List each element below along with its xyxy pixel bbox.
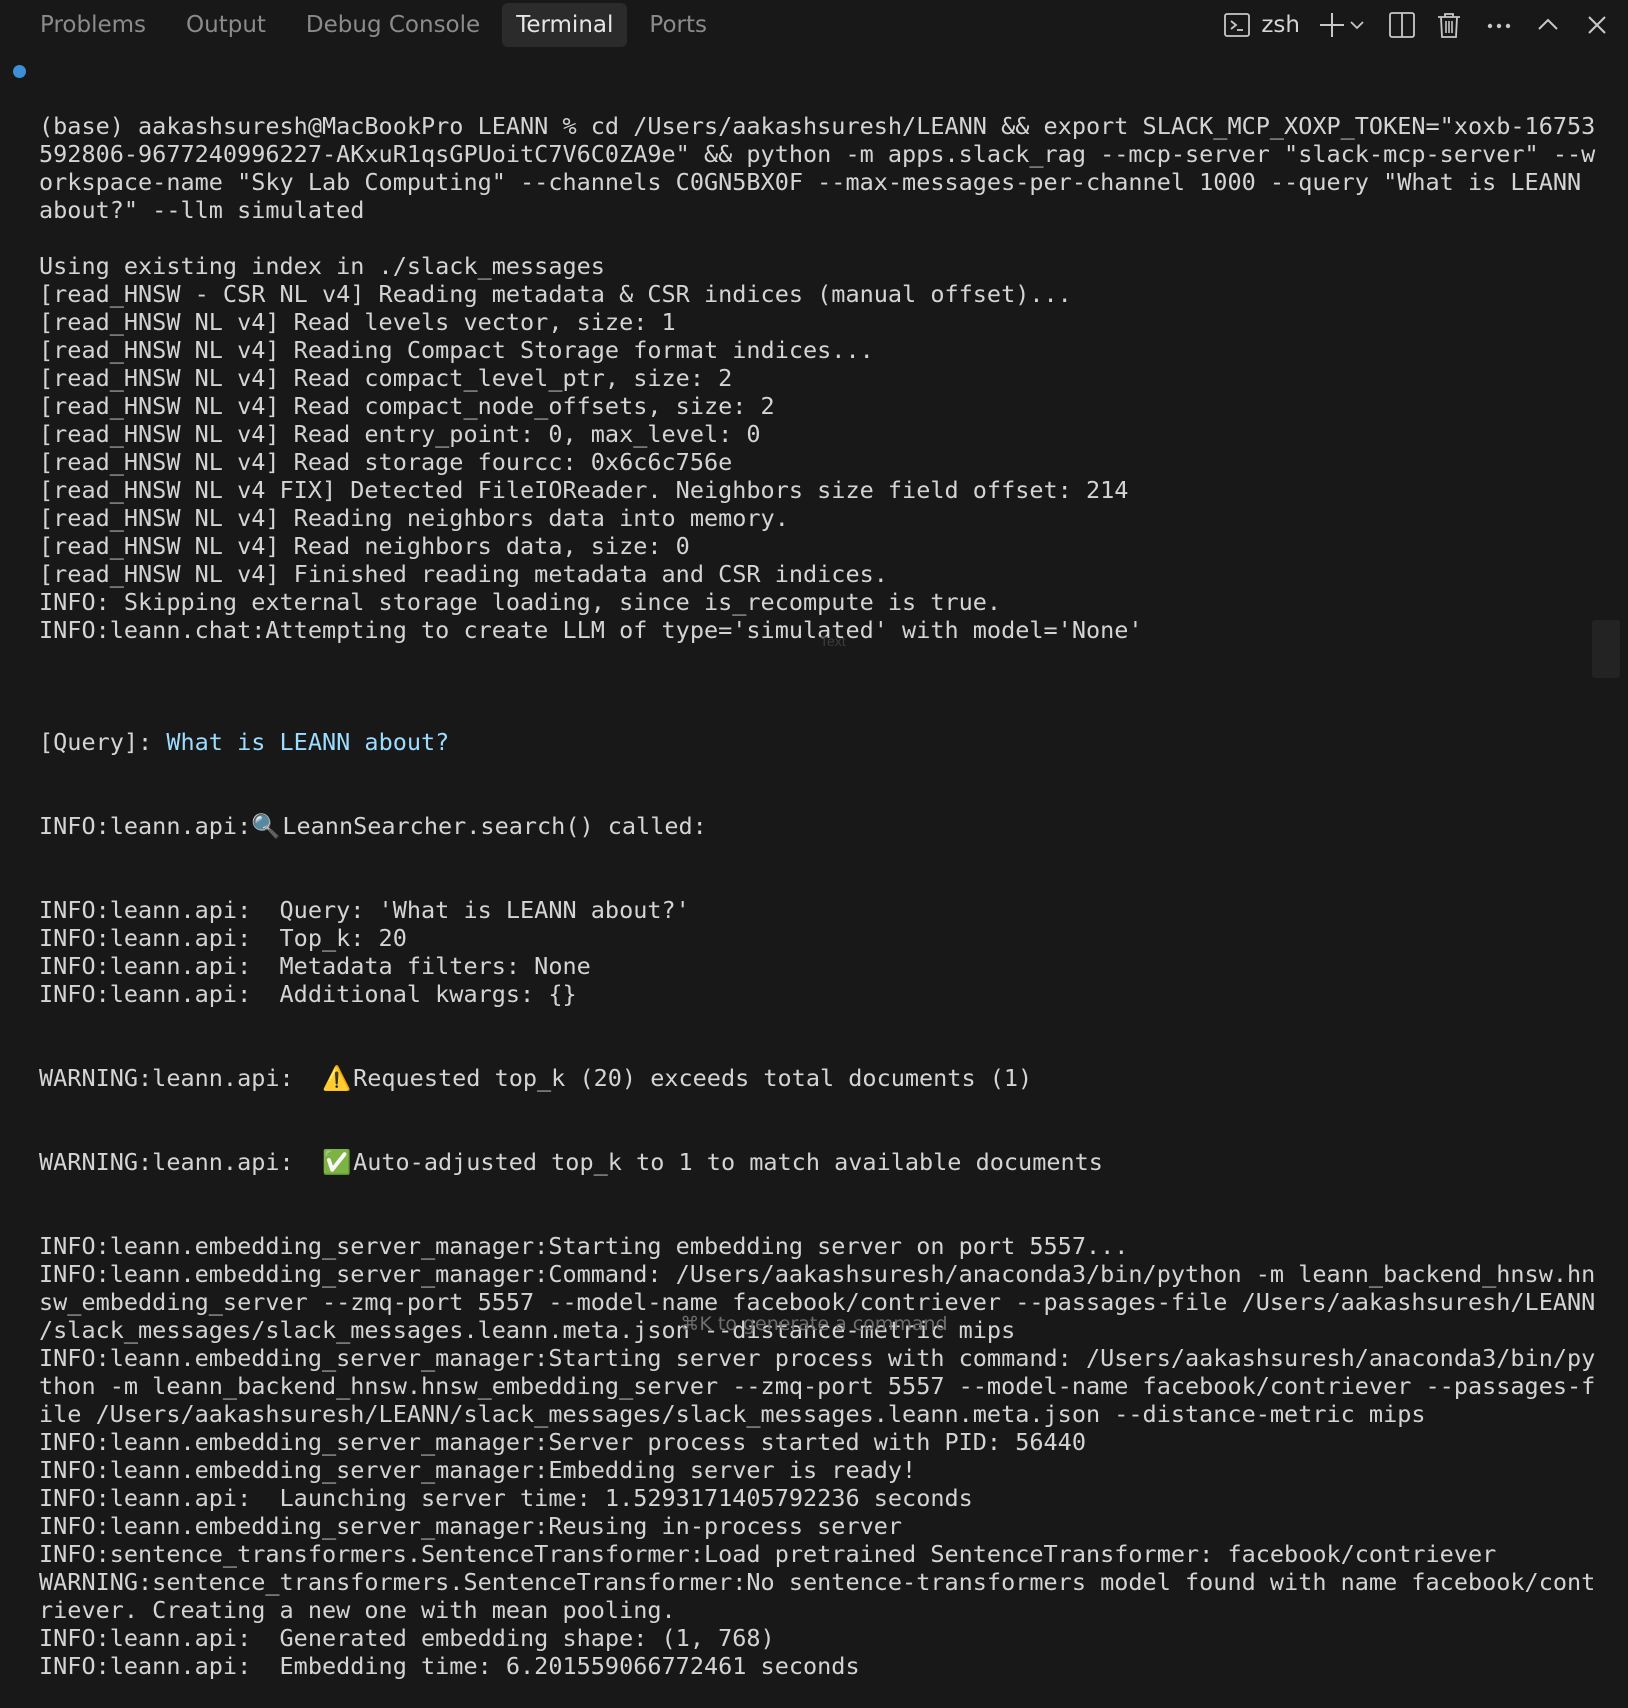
terminal-icon	[1223, 11, 1251, 39]
terminal-line: INFO:leann.embedding_server_manager:Embe…	[39, 1456, 917, 1484]
command-decoration-marker[interactable]	[13, 65, 26, 78]
terminal-line: INFO:leann.embedding_server_manager:Reus…	[39, 1512, 903, 1540]
terminal-line: INFO:leann.embedding_server_manager:Comm…	[39, 1260, 1596, 1288]
terminal-line: [read_HNSW NL v4 FIX] Detected FileIORea…	[39, 476, 1129, 504]
terminal-lines-tail: INFO:leann.embedding_server_manager:Star…	[39, 1232, 1596, 1680]
terminal-line: INFO:leann.api: Query: 'What is LEANN ab…	[39, 896, 690, 924]
tab-output[interactable]: Output	[166, 3, 286, 47]
shell-selector[interactable]: zsh	[1223, 5, 1318, 45]
panel-tab-bar: Problems Output Debug Console Terminal P…	[0, 0, 1628, 50]
terminal-line: ile /Users/aakashsuresh/LEANN/slack_mess…	[39, 1400, 1426, 1428]
terminal-line: INFO:leann.api: Additional kwargs: {}	[39, 980, 577, 1008]
terminal-line: [read_HNSW NL v4] Read levels vector, si…	[39, 308, 676, 336]
tab-terminal[interactable]: Terminal	[502, 3, 628, 47]
more-actions-button[interactable]	[1486, 5, 1512, 45]
terminal-line: (base) aakashsuresh@MacBookPro LEANN % c…	[39, 112, 1596, 140]
terminal-line: [read_HNSW NL v4] Read compact_node_offs…	[39, 392, 775, 420]
terminal-lines-mid: INFO:leann.api: Query: 'What is LEANN ab…	[39, 896, 1584, 1008]
split-icon	[1388, 11, 1416, 39]
terminal-output[interactable]: (base) aakashsuresh@MacBookPro LEANN % c…	[39, 56, 1596, 1708]
panel-tabs: Problems Output Debug Console Terminal P…	[0, 0, 727, 50]
terminal-line: INFO:leann.api: Embedding time: 6.201559…	[39, 1652, 860, 1680]
generate-command-hint[interactable]: ⌘K to generate a command	[0, 1313, 1628, 1335]
terminal-line: sw_embedding_server --zmq-port 5557 --mo…	[39, 1288, 1596, 1316]
tab-problems[interactable]: Problems	[20, 3, 166, 47]
terminal-line: [read_HNSW - CSR NL v4] Reading metadata…	[39, 280, 1072, 308]
shell-name: zsh	[1261, 12, 1300, 38]
tab-ports[interactable]: Ports	[629, 3, 727, 47]
search-called-line: INFO:leann.api:🔍 LeannSearcher.search() …	[39, 812, 707, 840]
magnifier-icon: 🔍	[251, 812, 281, 840]
terminal-line: INFO:leann.api: Metadata filters: None	[39, 952, 591, 980]
terminal-line: INFO:leann.embedding_server_manager:Star…	[39, 1344, 1596, 1372]
terminal-dropdown-button[interactable]	[1348, 5, 1366, 45]
terminal-line: orkspace-name "Sky Lab Computing" --chan…	[39, 168, 1582, 196]
check-icon: ✅	[321, 1148, 352, 1176]
terminal-line: Using existing index in ./slack_messages	[39, 252, 605, 280]
warning-icon: ⚠️	[321, 1064, 352, 1092]
split-terminal-button[interactable]	[1388, 5, 1416, 45]
terminal-line: INFO:leann.embedding_server_manager:Star…	[39, 1232, 1129, 1260]
terminal-line: WARNING:sentence_transformers.SentenceTr…	[39, 1568, 1596, 1596]
terminal-lines-head: (base) aakashsuresh@MacBookPro LEANN % c…	[39, 112, 1596, 672]
plus-icon	[1318, 11, 1346, 39]
more-icon	[1486, 11, 1512, 39]
close-panel-button[interactable]	[1586, 5, 1608, 45]
new-terminal-button[interactable]	[1318, 5, 1346, 45]
kill-terminal-button[interactable]	[1436, 5, 1462, 45]
terminal-line: [read_HNSW NL v4] Reading neighbors data…	[39, 504, 789, 532]
close-icon	[1586, 14, 1608, 36]
terminal-line: [read_HNSW NL v4] Reading Compact Storag…	[39, 336, 874, 364]
trash-icon	[1436, 11, 1462, 39]
query-text: What is LEANN about?	[166, 728, 450, 756]
query-line: [Query]: What is LEANN about?	[39, 728, 450, 756]
maximize-panel-button[interactable]	[1536, 5, 1560, 45]
tab-debug-console[interactable]: Debug Console	[286, 3, 500, 47]
chevron-down-icon	[1348, 16, 1366, 34]
terminal-line: riever. Creating a new one with mean poo…	[39, 1596, 676, 1624]
terminal-line: [read_HNSW NL v4] Read entry_point: 0, m…	[39, 420, 761, 448]
warning-line-topk: WARNING:leann.api: ⚠️ Requested top_k (2…	[39, 1064, 1033, 1092]
terminal-line: INFO:leann.api: Generated embedding shap…	[39, 1624, 775, 1652]
terminal-line: [read_HNSW NL v4] Read storage fourcc: 0…	[39, 448, 733, 476]
terminal-line: INFO:leann.chat:Attempting to create LLM…	[39, 616, 1143, 644]
warning-line-adjusted: WARNING:leann.api: ✅ Auto-adjusted top_k…	[39, 1148, 1103, 1176]
terminal-line: [read_HNSW NL v4] Finished reading metad…	[39, 560, 888, 588]
terminal-line: thon -m leann_backend_hnsw.hnsw_embeddin…	[39, 1372, 1596, 1400]
terminal-line: INFO:leann.api: Launching server time: 1…	[39, 1484, 973, 1512]
ghost-text-label: Text	[820, 633, 846, 649]
terminal-line: INFO:sentence_transformers.SentenceTrans…	[39, 1540, 1497, 1568]
terminal-line: 592806-9677240996227-AKxuR1qsGPUoitC7V6C…	[39, 140, 1596, 168]
terminal-line: [read_HNSW NL v4] Read neighbors data, s…	[39, 532, 690, 560]
terminal-line: INFO:leann.embedding_server_manager:Serv…	[39, 1428, 1086, 1456]
terminal-scrollbar-thumb[interactable]	[1592, 620, 1620, 678]
terminal-line: INFO:leann.api: Top_k: 20	[39, 924, 407, 952]
terminal-line: INFO: Skipping external storage loading,…	[39, 588, 1002, 616]
chevron-up-icon	[1536, 13, 1560, 37]
panel-actions: zsh	[1223, 0, 1614, 50]
terminal-line: about?" --llm simulated	[39, 196, 365, 224]
terminal-line: [read_HNSW NL v4] Read compact_level_ptr…	[39, 364, 733, 392]
